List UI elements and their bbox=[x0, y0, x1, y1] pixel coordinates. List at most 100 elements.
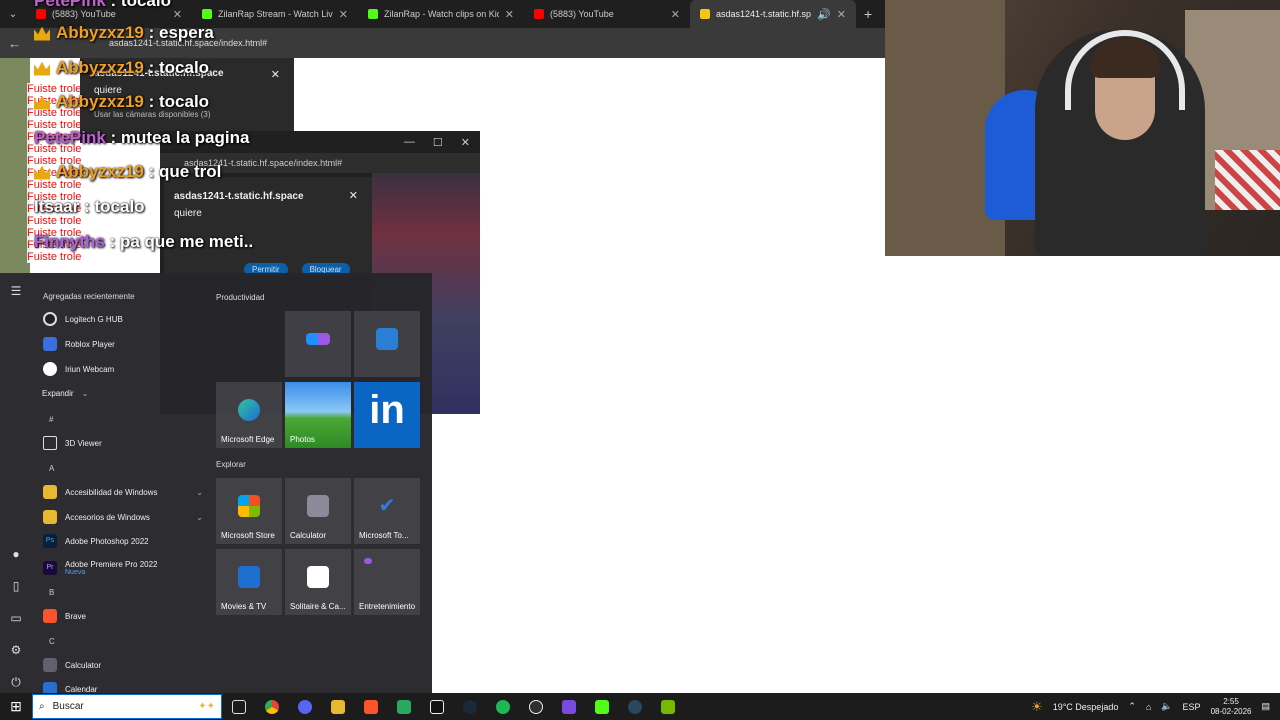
hamburger-icon[interactable]: ☰ bbox=[9, 284, 23, 298]
tile-photos[interactable]: Photos bbox=[285, 382, 351, 448]
tile-edge[interactable]: Microsoft Edge bbox=[216, 382, 282, 448]
close-icon[interactable]: ✕ bbox=[837, 8, 846, 21]
tile-outlook[interactable] bbox=[354, 311, 420, 377]
premiere-icon: Pr bbox=[43, 561, 57, 575]
lang-indicator[interactable]: ESP bbox=[1183, 702, 1201, 712]
search-box[interactable]: ⌕ Buscar ✦✦ bbox=[32, 694, 222, 719]
new-tab-button[interactable]: + bbox=[856, 6, 880, 22]
tile-linkedin[interactable]: in bbox=[354, 382, 420, 448]
app-3d-viewer[interactable]: 3D Viewer bbox=[43, 433, 203, 453]
close-icon[interactable]: ✕ bbox=[671, 8, 680, 21]
app-iriun[interactable]: Iriun Webcam bbox=[43, 359, 203, 379]
expand-button[interactable]: Expandir ⌄ bbox=[42, 383, 202, 403]
notifications-icon[interactable]: ▤ bbox=[1261, 701, 1270, 712]
chevron-up-icon[interactable]: ⌃ bbox=[1128, 701, 1136, 712]
close-icon[interactable]: ✕ bbox=[349, 189, 358, 202]
weather-text[interactable]: 19°C Despejado bbox=[1053, 702, 1119, 712]
tab-kick-clips[interactable]: ZilanRap - Watch clips on Kick ✕ bbox=[358, 0, 524, 28]
kick-taskbar-icon[interactable] bbox=[585, 693, 618, 720]
brave-icon bbox=[363, 699, 378, 714]
steam2-taskbar-icon[interactable] bbox=[618, 693, 651, 720]
obs-taskbar-icon[interactable] bbox=[519, 693, 552, 720]
chrome-taskbar-icon[interactable] bbox=[255, 693, 288, 720]
tile-store[interactable]: Microsoft Store bbox=[216, 478, 282, 544]
windows-start-icon[interactable]: ⊞ bbox=[0, 693, 32, 720]
maximize-icon[interactable]: ☐ bbox=[433, 136, 443, 149]
app-premiere[interactable]: Pr Adobe Premiere Pro 2022 Nueva bbox=[43, 555, 203, 581]
minimize-icon[interactable]: — bbox=[404, 136, 415, 148]
tile-label: Microsoft Edge bbox=[221, 435, 275, 444]
spotify-taskbar-icon[interactable] bbox=[486, 693, 519, 720]
letter-hash[interactable]: # bbox=[49, 415, 53, 424]
task-view-icon[interactable] bbox=[222, 693, 255, 720]
close-icon[interactable]: ✕ bbox=[271, 68, 280, 81]
app-grid-taskbar-icon[interactable] bbox=[552, 693, 585, 720]
tile-label: Entretenimiento bbox=[359, 602, 416, 611]
app-photoshop[interactable]: Ps Adobe Photoshop 2022 bbox=[43, 531, 203, 551]
permission-text: quiere bbox=[174, 208, 202, 219]
document-icon[interactable]: ▯ bbox=[9, 579, 23, 593]
app-calculator[interactable]: Calculator bbox=[43, 655, 203, 675]
app-label: 3D Viewer bbox=[65, 438, 102, 448]
app-accesorios[interactable]: Accesorios de Windows ⌄ bbox=[43, 507, 203, 527]
pictures-icon[interactable]: ▭ bbox=[9, 611, 23, 625]
tile-office[interactable] bbox=[285, 311, 351, 377]
clock-date: 08-02-2026 bbox=[1210, 706, 1252, 716]
tile-entretenimiento[interactable]: Entretenimiento bbox=[354, 549, 420, 615]
settings-gear-icon[interactable]: ⚙ bbox=[9, 643, 23, 657]
tab-hf-space[interactable]: asdas1241-t.static.hf.space/ 🔊 ✕ bbox=[690, 0, 856, 28]
crown-icon bbox=[34, 165, 50, 180]
steam-icon bbox=[627, 699, 642, 714]
explorer-taskbar-icon[interactable] bbox=[321, 693, 354, 720]
tiktok-taskbar-icon[interactable] bbox=[420, 693, 453, 720]
letter-b[interactable]: B bbox=[49, 588, 54, 597]
webcam-feed bbox=[885, 0, 1280, 256]
close-icon[interactable]: ✕ bbox=[173, 8, 182, 21]
stream-chat-background bbox=[0, 58, 30, 273]
chat-message: PetePink : mutea la pagina bbox=[34, 128, 249, 148]
close-icon[interactable]: ✕ bbox=[505, 8, 514, 21]
app-brave[interactable]: Brave bbox=[43, 606, 203, 626]
discord-taskbar-icon[interactable] bbox=[288, 693, 321, 720]
user-avatar-icon[interactable]: ● bbox=[9, 547, 23, 561]
search-input[interactable]: Buscar bbox=[53, 701, 84, 712]
edge-icon bbox=[238, 398, 260, 421]
tab-title: (5883) YouTube bbox=[550, 9, 614, 19]
tile-todo[interactable]: ✔ Microsoft To... bbox=[354, 478, 420, 544]
tile-solitaire[interactable]: Solitaire & Ca... bbox=[285, 549, 351, 615]
tab-search-icon[interactable]: ⌄ bbox=[0, 9, 26, 20]
clock-time: 2:55 bbox=[1223, 696, 1239, 706]
chrome-icon bbox=[264, 699, 279, 714]
power-icon[interactable]: ⏻ bbox=[9, 675, 23, 689]
clock[interactable]: 2:55 08-02-2026 bbox=[1211, 697, 1252, 717]
tab-kick-stream[interactable]: ZilanRap Stream - Watch Live o ✕ bbox=[192, 0, 358, 28]
cards-icon bbox=[307, 565, 329, 588]
chat-text: : tocalo bbox=[148, 58, 210, 77]
chat-text: : mutea la pagina bbox=[110, 128, 250, 147]
chat-message: Itsaar : tocalo bbox=[34, 197, 145, 217]
store-taskbar-icon[interactable] bbox=[387, 693, 420, 720]
close-icon[interactable]: ✕ bbox=[461, 136, 470, 149]
iriun-icon bbox=[43, 362, 57, 376]
chat-text: : tocalo bbox=[110, 0, 171, 10]
trole-text: Fuiste trole bbox=[27, 251, 87, 263]
app-accesibilidad[interactable]: Accesibilidad de Windows ⌄ bbox=[43, 482, 203, 502]
tab-youtube-2[interactable]: (5883) YouTube ✕ bbox=[524, 0, 690, 28]
speaker-icon[interactable]: 🔊 bbox=[817, 8, 831, 21]
letter-c[interactable]: C bbox=[49, 637, 55, 646]
volume-icon[interactable]: 🔈 bbox=[1161, 701, 1172, 712]
brave-taskbar-icon[interactable] bbox=[354, 693, 387, 720]
tile-calculator[interactable]: Calculator bbox=[285, 478, 351, 544]
close-icon[interactable]: ✕ bbox=[339, 8, 348, 21]
tile-movies[interactable]: Movies & TV bbox=[216, 549, 282, 615]
letter-a[interactable]: A bbox=[49, 464, 54, 473]
folder-icon bbox=[330, 699, 345, 714]
network-icon[interactable]: ⌂ bbox=[1146, 702, 1151, 712]
tab-title: asdas1241-t.static.hf.space/ bbox=[716, 9, 812, 19]
app-roblox[interactable]: Roblox Player bbox=[43, 334, 203, 354]
app-logitech[interactable]: Logitech G HUB bbox=[43, 309, 203, 329]
chat-username: Abbyzxz19 bbox=[56, 162, 144, 181]
steam-taskbar-icon[interactable] bbox=[453, 693, 486, 720]
back-arrow-icon[interactable]: ← bbox=[0, 36, 29, 51]
nvidia-taskbar-icon[interactable] bbox=[651, 693, 684, 720]
